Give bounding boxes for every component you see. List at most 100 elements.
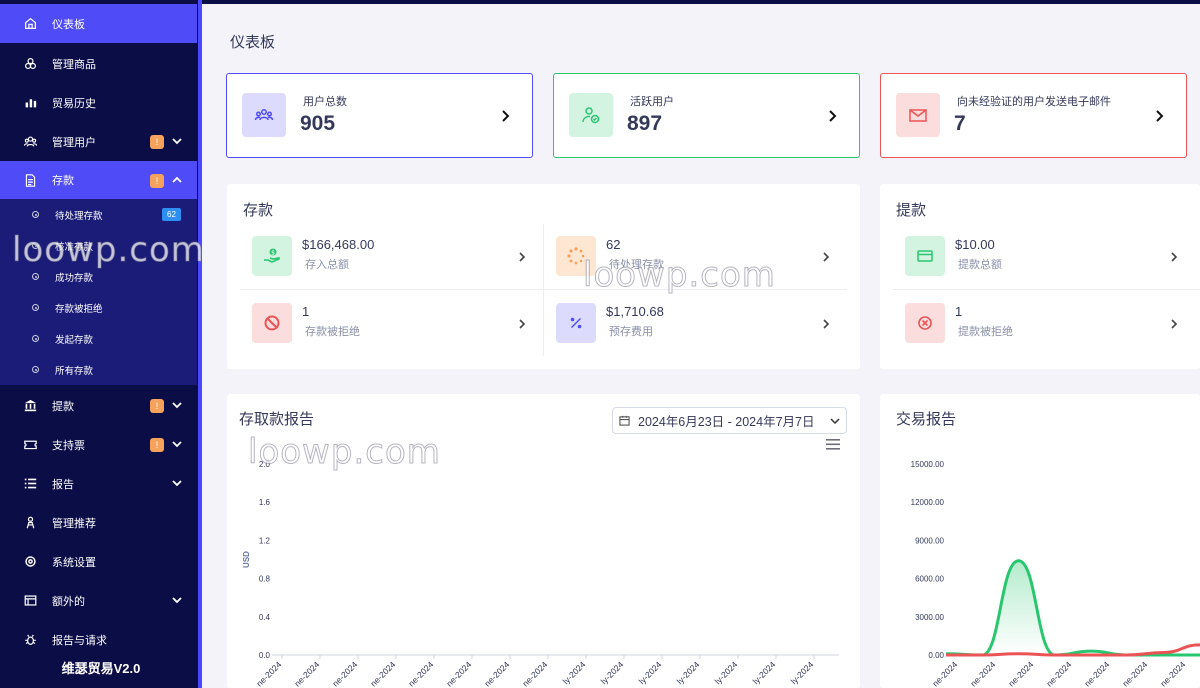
extra-icon [23,594,37,608]
chevron-right-icon [519,252,526,262]
x-tick-label: ne-2024 [1158,659,1187,688]
alert-badge: ! [150,135,164,149]
chevron-right-icon [823,319,830,329]
x-tick-label: ne-2024 [368,659,397,688]
chevron-right-icon [502,110,510,122]
x-tick-label: ne-2024 [292,659,321,688]
x-tick-label: ly-2024 [675,659,702,686]
stat-total-withdrawn[interactable]: $10.00 提款总额 [893,223,1200,290]
calendar-icon [619,415,630,426]
menu-icon[interactable] [826,439,840,450]
stat-value: 1 [955,304,963,319]
x-tick-label: ly-2024 [713,659,740,686]
sidebar-item-label: 管理商品 [52,58,96,71]
sidebar-item-extra[interactable]: 额外的 [0,581,197,620]
sidebar-item-reports[interactable]: 报告 [0,464,197,503]
sidebar-item-label: 贸易历史 [52,97,96,110]
alert-badge: ! [150,174,164,188]
sidebar-item-withdrawals[interactable]: 提款 ! [0,386,197,425]
circle-icon [32,273,39,280]
card-title: 交易报告 [896,411,957,428]
stat-rejected-withdrawals[interactable]: 1 提款被拒绝 [893,290,1200,357]
deposit-report-chart: 0.00.40.81.21.62.0USDne-2024 ne-2024 ne-20… [242,460,839,688]
submenu-item-initiated-deposits[interactable]: 发起存款 [0,323,197,354]
x-tick-label: ne-2024 [968,659,997,688]
stat-rejected-deposits[interactable]: 1 存款被拒绝 [240,290,540,357]
x-tick-label: ne-2024 [520,659,549,688]
referral-icon [23,516,37,530]
sidebar-item-users[interactable]: 管理用户 ! [0,122,197,161]
stat-label: 预存费用 [609,326,653,338]
stat-deposit-charge[interactable]: $1,710.68 预存费用 [544,290,844,357]
sidebar-item-label: 仪表板 [52,18,85,31]
sidebar-item-dashboard[interactable]: 仪表板 [0,4,197,43]
y-axis-label: USD [242,551,251,568]
y-tick-label: 0.00 [928,651,944,660]
submenu-item-label: 成功存款 [55,272,94,284]
svg-text:$: $ [271,250,275,257]
sidebar: 仪表板 管理商品 贸易历史 管理用户 ! 存款 ! 待处理存款 62 核准存款 … [0,0,202,688]
alert-badge: ! [150,438,164,452]
list-icon [23,477,37,491]
chevron-right-icon [1171,252,1178,262]
sidebar-item-system-settings[interactable]: 系统设置 [0,542,197,581]
circle-icon [32,335,39,342]
alert-badge: ! [150,399,164,413]
widget-value: 905 [300,112,336,135]
users-icon [23,135,37,149]
sidebar-item-referrals[interactable]: 管理推荐 [0,503,197,542]
x-tick-label: ne-2024 [1006,659,1035,688]
submenu-item-all-deposits[interactable]: 所有存款 [0,354,197,385]
sidebar-item-label: 报告与请求 [52,634,107,647]
series-area [946,560,1200,655]
watermark: loowp.com [583,255,776,296]
sidebar-item-trade-history[interactable]: 贸易历史 [0,83,197,122]
watermark: loowp.com [12,230,205,271]
stat-value: 1 [302,304,310,319]
sidebar-item-bug-report[interactable]: 报告与请求 [0,620,197,659]
circle-icon [32,366,39,373]
y-tick-label: 1.2 [259,536,271,545]
widget-label: 活跃用户 [630,96,674,108]
widget-active-users[interactable]: 活跃用户 897 [553,73,860,158]
x-tick-label: ne-2024 [330,659,359,688]
hand-money-icon: $ [252,236,292,276]
percent-icon [556,303,596,343]
chevron-right-icon [823,252,830,262]
submenu-item-rejected-deposits[interactable]: 存款被拒绝 [0,292,197,323]
chevron-right-icon [1171,319,1178,329]
chevron-down-icon [172,480,182,487]
stat-label: 存入总额 [305,259,349,271]
sidebar-item-deposits[interactable]: 存款 ! [0,161,197,199]
series-line [945,559,1200,657]
sidebar-item-label: 管理推荐 [52,517,96,530]
widget-total-users[interactable]: 用户总数 905 [226,73,533,158]
x-tick-label: ly-2024 [599,659,626,686]
stat-total-deposited[interactable]: $ $166,468.00 存入总额 [240,223,540,290]
sidebar-scrollbar[interactable] [198,0,202,688]
mail-icon [896,93,940,137]
y-tick-label: 1.6 [259,498,271,507]
x-tick-label: ne-2024 [254,659,283,688]
chevron-down-icon [172,441,182,448]
bug-icon [23,633,37,647]
date-range-picker[interactable]: 2024年6月23日 - 2024年7月7日 [612,407,847,434]
circle-icon [32,211,39,218]
widget-value: 7 [954,112,966,135]
stat-value: 62 [606,237,621,252]
date-range-value: 2024年6月23日 - 2024年7月7日 [638,415,815,429]
bank-icon [23,399,37,413]
sidebar-item-support-tickets[interactable]: 支持票 ! [0,425,197,464]
ban-icon [252,303,292,343]
brand-name: 维瑟贸易V2.0 [61,661,141,676]
stat-label: 提款总额 [958,259,1002,271]
y-tick-label: 15000.00 [911,460,945,469]
transaction-report-chart: 0.00 3000.00 6000.00 9000.00 12000.00 15000.0… [911,460,1200,688]
chevron-down-icon [172,402,182,409]
stat-value: $166,468.00 [302,237,375,252]
submenu-item-pending-deposits[interactable]: 待处理存款 62 [0,199,197,230]
x-tick-label: ne-2024 [444,659,473,688]
sidebar-item-label: 支持票 [52,439,85,452]
widget-email-unverified[interactable]: 向未经验证的用户发送电子邮件 7 [880,73,1187,158]
sidebar-item-products[interactable]: 管理商品 [0,44,197,83]
